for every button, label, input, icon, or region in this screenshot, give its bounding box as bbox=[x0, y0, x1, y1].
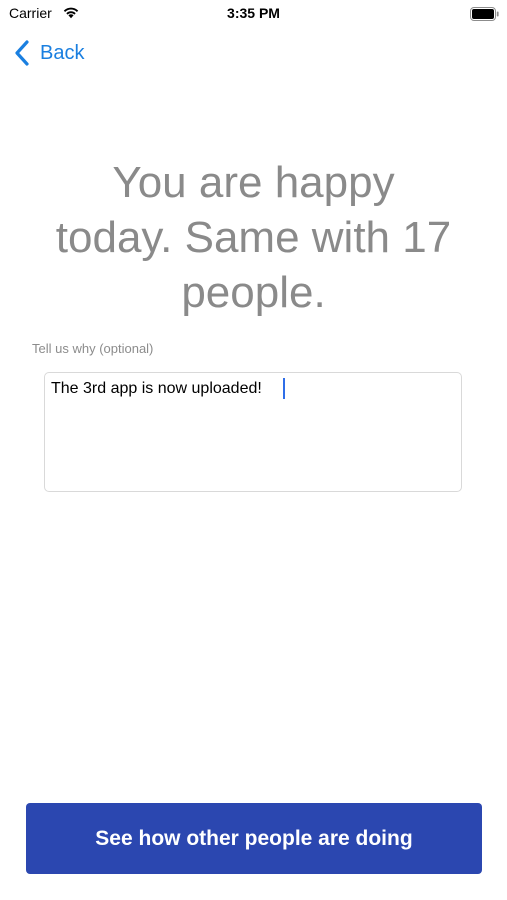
headline-line: You are happy bbox=[112, 158, 395, 207]
headline-line: people. bbox=[181, 268, 326, 317]
text-cursor bbox=[283, 378, 285, 399]
see-others-button[interactable]: See how other people are doing bbox=[26, 803, 482, 874]
why-text-field[interactable]: The 3rd app is now uploaded! bbox=[44, 372, 462, 492]
battery-full-icon bbox=[470, 7, 499, 21]
back-button[interactable]: Back bbox=[14, 38, 84, 68]
mood-headline: You are happy today. Same with 17 people… bbox=[20, 155, 487, 320]
status-time: 3:35 PM bbox=[227, 5, 280, 21]
why-field-label: Tell us why (optional) bbox=[32, 341, 154, 356]
headline-line: today. Same with 17 bbox=[55, 213, 452, 262]
mood-result-screen: Carrier 3:35 PM Back You are happy today… bbox=[0, 0, 507, 900]
chevron-left-icon bbox=[15, 40, 29, 66]
status-bar: Carrier 3:35 PM bbox=[0, 0, 507, 28]
back-label: Back bbox=[40, 41, 85, 64]
